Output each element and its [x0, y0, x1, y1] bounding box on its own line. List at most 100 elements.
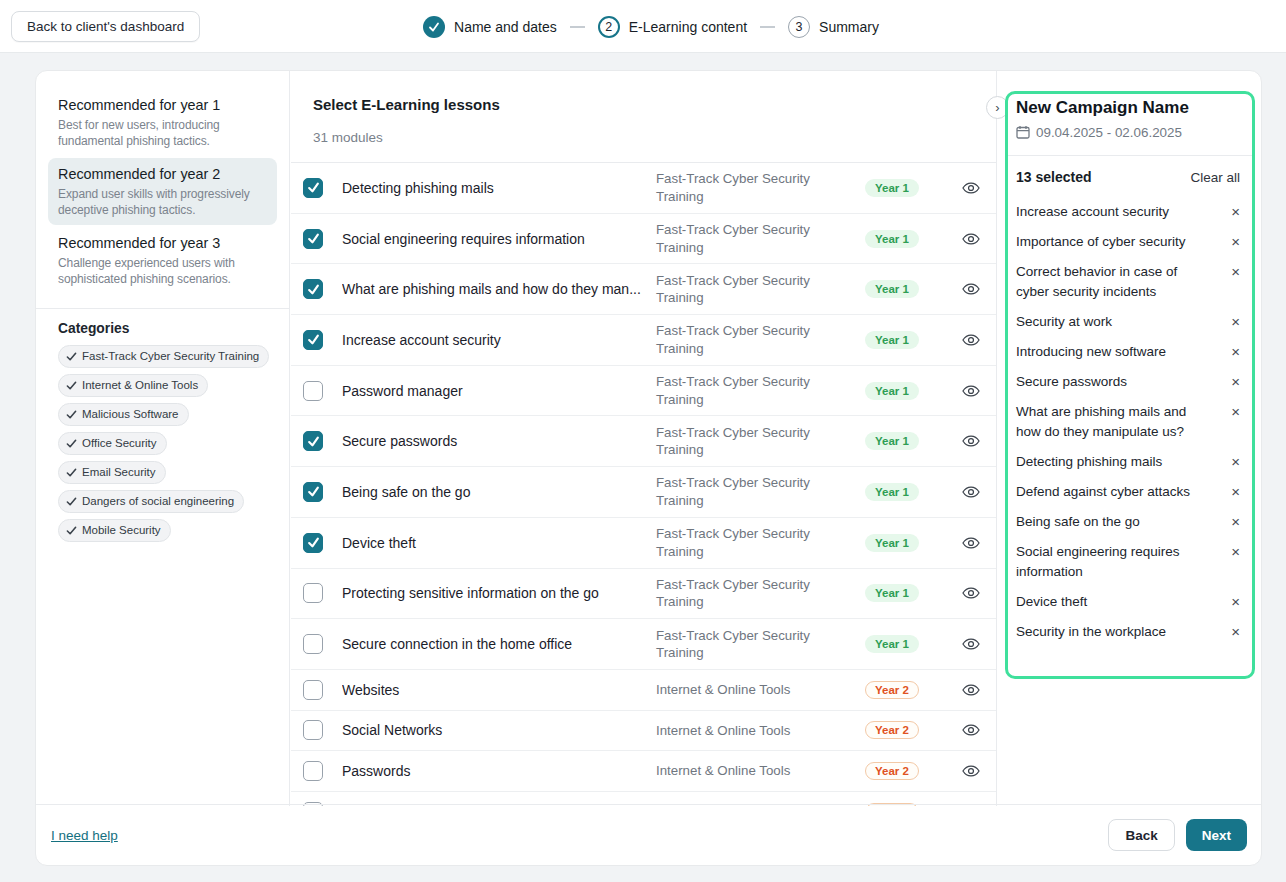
- category-chip[interactable]: Malicious Software: [58, 403, 189, 426]
- preview-eye-icon[interactable]: [962, 434, 980, 448]
- recommendation-item[interactable]: Recommended for year 1 Best for new user…: [48, 89, 277, 156]
- lesson-checkbox[interactable]: [303, 381, 323, 401]
- categories-title: Categories: [58, 321, 277, 336]
- selected-count: 13 selected: [1016, 169, 1092, 185]
- check-icon: [307, 485, 320, 498]
- preview-eye-icon[interactable]: [962, 723, 980, 737]
- lesson-checkbox[interactable]: [303, 720, 323, 740]
- remove-item-icon[interactable]: ×: [1231, 262, 1240, 281]
- preview-eye-icon[interactable]: [962, 536, 980, 550]
- lesson-checkbox[interactable]: [303, 761, 323, 781]
- lesson-row: Secure connection in the home office Fas…: [291, 619, 996, 670]
- lessons-header: Select E-Learning lessons 31 modules: [291, 71, 996, 163]
- selected-lesson-item: Device theft ×: [1016, 592, 1240, 612]
- stepper-step[interactable]: 3 Summary: [788, 16, 879, 38]
- step-circle-upcoming: 3: [788, 16, 810, 38]
- check-icon: [307, 435, 320, 448]
- lesson-row: Passwords Internet & Online Tools Year 2: [291, 751, 996, 792]
- preview-eye-icon[interactable]: [962, 586, 980, 600]
- clear-all-link[interactable]: Clear all: [1190, 170, 1240, 185]
- selected-lesson-item: Correct behavior in case of cyber securi…: [1016, 262, 1240, 302]
- lesson-checkbox[interactable]: [303, 680, 323, 700]
- year-badge: Year 1: [865, 280, 919, 298]
- preview-eye-icon[interactable]: [962, 232, 980, 246]
- lesson-checkbox[interactable]: [303, 178, 323, 198]
- recommendation-item[interactable]: Recommended for year 3 Challenge experie…: [48, 227, 277, 294]
- year-badge: Year 2: [865, 721, 919, 739]
- preview-eye-icon[interactable]: [962, 683, 980, 697]
- back-button[interactable]: Back: [1108, 819, 1174, 851]
- check-icon: [307, 536, 320, 549]
- remove-item-icon[interactable]: ×: [1231, 542, 1240, 561]
- lesson-checkbox[interactable]: [303, 482, 323, 502]
- year-badge: Year 2: [865, 762, 919, 780]
- remove-item-icon[interactable]: ×: [1231, 202, 1240, 221]
- lesson-row: Increase account security Fast-Track Cyb…: [291, 315, 996, 366]
- check-icon: [428, 21, 440, 33]
- preview-eye-icon[interactable]: [962, 333, 980, 347]
- modules-count: 31 modules: [313, 129, 974, 147]
- recommendation-item[interactable]: Recommended for year 2 Expand user skill…: [48, 158, 277, 225]
- lesson-checkbox[interactable]: [303, 279, 323, 299]
- year-badge: Year 2: [865, 681, 919, 699]
- preview-eye-icon[interactable]: [962, 384, 980, 398]
- remove-item-icon[interactable]: ×: [1231, 232, 1240, 251]
- campaign-column: › New Campaign Name 09.04.2025 - 02.06.2…: [998, 71, 1262, 806]
- preview-eye-icon[interactable]: [962, 282, 980, 296]
- remove-item-icon[interactable]: ×: [1231, 312, 1240, 331]
- lesson-row: Social engineering requires information …: [291, 214, 996, 265]
- check-icon: [66, 467, 77, 478]
- help-link[interactable]: I need help: [51, 828, 118, 843]
- stepper-step[interactable]: Name and dates: [423, 16, 557, 38]
- lesson-checkbox[interactable]: [303, 330, 323, 350]
- main-card: Recommended for year 1 Best for new user…: [35, 70, 1262, 866]
- preview-eye-icon[interactable]: [962, 637, 980, 651]
- lesson-checkbox[interactable]: [303, 229, 323, 249]
- year-badge: Year 1: [865, 534, 919, 552]
- date-range: 09.04.2025 - 02.06.2025: [1036, 125, 1182, 140]
- stepper: Name and dates 2 E-Learning content 3 Su…: [0, 0, 1286, 53]
- remove-item-icon[interactable]: ×: [1231, 372, 1240, 391]
- lesson-checkbox[interactable]: [303, 533, 323, 553]
- campaign-panel: New Campaign Name 09.04.2025 - 02.06.202…: [1005, 91, 1255, 679]
- check-icon: [307, 283, 320, 296]
- remove-item-icon[interactable]: ×: [1231, 592, 1240, 611]
- category-chip[interactable]: Office Security: [58, 432, 167, 455]
- check-icon: [66, 409, 77, 420]
- footer: I need help Back Next: [36, 804, 1261, 865]
- year-badge: Year 1: [865, 635, 919, 653]
- year-badge: Year 1: [865, 331, 919, 349]
- selected-lesson-item: Defend against cyber attacks ×: [1016, 482, 1240, 502]
- preview-eye-icon[interactable]: [962, 764, 980, 778]
- lesson-row: Detecting phishing mails Fast-Track Cybe…: [291, 163, 996, 214]
- category-chip[interactable]: Dangers of social engineering: [58, 490, 244, 513]
- preview-eye-icon[interactable]: [962, 485, 980, 499]
- remove-item-icon[interactable]: ×: [1231, 622, 1240, 641]
- category-chip[interactable]: Fast-Track Cyber Security Training: [58, 345, 269, 368]
- remove-item-icon[interactable]: ×: [1231, 402, 1240, 421]
- check-icon: [307, 181, 320, 194]
- year-badge: Year 1: [865, 230, 919, 248]
- preview-eye-icon[interactable]: [962, 181, 980, 195]
- check-icon: [307, 232, 320, 245]
- remove-item-icon[interactable]: ×: [1231, 482, 1240, 501]
- selected-lesson-item: Being safe on the go ×: [1016, 512, 1240, 532]
- category-chip[interactable]: Mobile Security: [58, 519, 171, 542]
- lesson-checkbox[interactable]: [303, 583, 323, 603]
- remove-item-icon[interactable]: ×: [1231, 452, 1240, 471]
- category-chip[interactable]: Email Security: [58, 461, 166, 484]
- year-badge: Year 1: [865, 432, 919, 450]
- remove-item-icon[interactable]: ×: [1231, 512, 1240, 531]
- lesson-checkbox[interactable]: [303, 431, 323, 451]
- stepper-step[interactable]: 2 E-Learning content: [598, 16, 747, 38]
- selected-lesson-item: What are phishing mails and how do they …: [1016, 402, 1240, 442]
- top-bar: Back to client's dashboard Name and date…: [0, 0, 1286, 53]
- campaign-dates: 09.04.2025 - 02.06.2025: [1016, 124, 1240, 140]
- check-icon: [66, 351, 77, 362]
- remove-item-icon[interactable]: ×: [1231, 342, 1240, 361]
- lesson-checkbox[interactable]: [303, 634, 323, 654]
- selected-lesson-item: Increase account security ×: [1016, 202, 1240, 222]
- lesson-row: Secure passwords Fast-Track Cyber Securi…: [291, 416, 996, 467]
- category-chip[interactable]: Internet & Online Tools: [58, 374, 208, 397]
- next-button[interactable]: Next: [1186, 819, 1247, 851]
